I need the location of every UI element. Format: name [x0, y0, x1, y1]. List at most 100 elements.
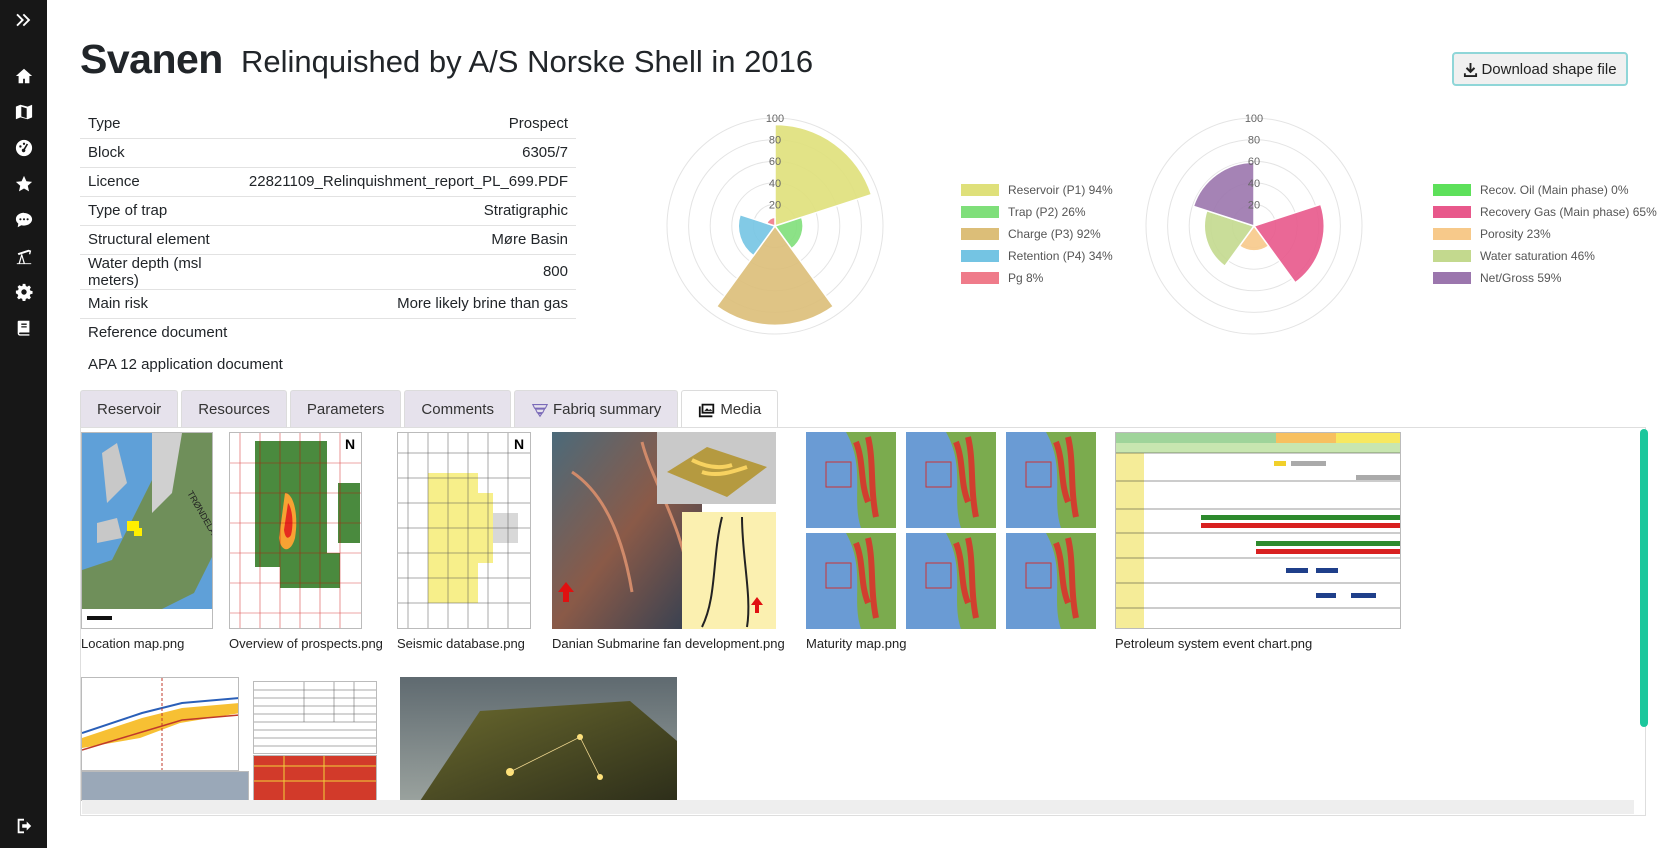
- legend-item[interactable]: Recov. Oil (Main phase) 0%: [1433, 179, 1657, 201]
- legend-swatch: [1433, 272, 1471, 284]
- property-row: Type Prospect: [80, 109, 576, 139]
- legend-item[interactable]: Net/Gross 59%: [1433, 267, 1657, 289]
- media-caption: Overview of prospects.png: [229, 636, 383, 651]
- media-item[interactable]: N Seismic database.png: [397, 432, 531, 651]
- legend-label: Recovery Gas (Main phase) 65%: [1480, 205, 1657, 219]
- polar-slice[interactable]: [774, 123, 873, 228]
- download-shape-file-button[interactable]: Download shape file: [1452, 52, 1628, 86]
- radial-tick-label: 100: [766, 113, 784, 125]
- gear-icon[interactable]: [0, 278, 47, 306]
- radial-tick-label: 20: [1248, 199, 1260, 211]
- legend-label: Net/Gross 59%: [1480, 271, 1562, 285]
- legend-item[interactable]: Porosity 23%: [1433, 223, 1657, 245]
- legend-label: Reservoir (P1) 94%: [1008, 183, 1113, 197]
- tab-label: Resources: [198, 401, 270, 418]
- property-value: More likely brine than gas: [240, 289, 576, 319]
- property-label: Reference document: [88, 324, 228, 342]
- media-caption: Location map.png: [81, 636, 185, 651]
- tab-reservoir[interactable]: Reservoir: [80, 390, 179, 428]
- property-row: Reference document: [80, 318, 576, 347]
- legend-item[interactable]: Charge (P3) 92%: [961, 223, 1113, 245]
- reference-document-link[interactable]: APA 12 application document: [88, 356, 283, 373]
- star-icon[interactable]: [0, 170, 47, 198]
- maturity-map-thumbnail: [806, 432, 1096, 629]
- legend-item[interactable]: Trap (P2) 26%: [961, 201, 1113, 223]
- legend-item[interactable]: Reservoir (P1) 94%: [961, 179, 1113, 201]
- property-row: Main risk More likely brine than gas: [80, 289, 576, 319]
- property-value: 6305/7: [240, 138, 576, 168]
- expand-sidebar-icon[interactable]: [0, 6, 47, 34]
- radial-tick-label: 40: [1248, 178, 1260, 190]
- home-icon[interactable]: [0, 62, 47, 90]
- legend-item[interactable]: Retention (P4) 34%: [961, 245, 1113, 267]
- property-value: Prospect: [240, 109, 576, 139]
- tab-comments[interactable]: Comments: [404, 390, 511, 428]
- media-item[interactable]: Maturity map.png: [806, 432, 1096, 651]
- radial-tick-label: 60: [1248, 156, 1260, 168]
- media-item[interactable]: N Overview of prospects.png: [229, 432, 383, 651]
- legend-item[interactable]: Recovery Gas (Main phase) 65%: [1433, 201, 1657, 223]
- sidebar: [0, 0, 47, 848]
- radial-tick-label: 20: [769, 199, 781, 211]
- media-item[interactable]: [81, 771, 249, 801]
- radial-tick-label: 80: [1248, 135, 1260, 147]
- legend-label: Charge (P3) 92%: [1008, 227, 1101, 241]
- tab-label: Fabriq summary: [552, 401, 662, 418]
- media-panel: TRØNDELAG Location map.png N Overview of…: [80, 427, 1646, 816]
- legend-item[interactable]: Pg 8%: [961, 267, 1113, 289]
- media-caption: Danian Submarine fan development.png: [552, 636, 785, 651]
- property-label: Structural element: [80, 225, 241, 255]
- tab-resources[interactable]: Resources: [181, 390, 287, 428]
- property-row: Block 6305/7: [80, 138, 576, 168]
- tab-label: Parameters: [306, 401, 385, 418]
- oil-pump-icon[interactable]: [0, 242, 47, 270]
- location-map-thumbnail: TRØNDELAG: [81, 432, 213, 629]
- legend-swatch: [961, 228, 999, 240]
- legend-label: Trap (P2) 26%: [1008, 205, 1086, 219]
- radial-tick-label: 100: [1245, 113, 1263, 125]
- legend-item[interactable]: Water saturation 46%: [1433, 245, 1657, 267]
- dashboard-icon[interactable]: [0, 134, 47, 162]
- property-label: Block: [80, 138, 241, 168]
- media-item[interactable]: Petroleum system event chart.png: [1115, 432, 1401, 651]
- tab-label: Media: [720, 401, 762, 418]
- media-item[interactable]: [81, 677, 239, 771]
- petroleum-event-chart-thumbnail: [1115, 432, 1401, 629]
- tab-parameters[interactable]: Parameters: [289, 390, 402, 428]
- logout-icon[interactable]: [0, 812, 47, 840]
- tab-label: Comments: [421, 401, 494, 418]
- prospect-table-thumbnail: [253, 681, 377, 754]
- tab-label: Reservoir: [97, 401, 162, 418]
- tab-fabriq-summary[interactable]: Fabriq summary: [513, 390, 679, 428]
- polar-slice[interactable]: [1192, 161, 1255, 228]
- media-item[interactable]: [253, 755, 377, 801]
- tab-media[interactable]: Media: [681, 390, 779, 428]
- prospect-section-thumbnail: [81, 677, 239, 771]
- legend-swatch: [961, 250, 999, 262]
- legend-swatch: [1433, 228, 1471, 240]
- legend-swatch: [1433, 206, 1471, 218]
- tab-bar: Reservoir Resources Parameters Comments Fabr…: [80, 390, 781, 428]
- legend-swatch: [961, 206, 999, 218]
- amplitude-map-thumbnail: [253, 755, 377, 801]
- properties-table: Type Prospect Block 6305/7 Licence 22821109_R…: [80, 109, 576, 347]
- chat-icon[interactable]: [0, 206, 47, 234]
- legend-label: Retention (P4) 34%: [1008, 249, 1113, 263]
- media-item[interactable]: Danian Submarine fan development.png: [552, 432, 785, 651]
- media-item[interactable]: TRØNDELAG Location map.png: [81, 432, 213, 651]
- map-icon[interactable]: [0, 98, 47, 126]
- risk-chart-legend: Reservoir (P1) 94% Trap (P2) 26% Charge (P…: [961, 179, 1113, 289]
- images-icon: [699, 403, 715, 417]
- book-icon[interactable]: [0, 314, 47, 342]
- reservoir-polar-chart: 100 80 60 40 20: [1145, 113, 1363, 335]
- horizontal-scrollbar[interactable]: [82, 800, 1634, 814]
- property-value: Stratigraphic: [240, 196, 576, 226]
- vertical-scrollbar[interactable]: [1640, 429, 1648, 727]
- property-label: Type of trap: [80, 196, 241, 226]
- media-item[interactable]: [400, 677, 677, 801]
- media-item[interactable]: [253, 681, 377, 754]
- property-value: Møre Basin: [240, 225, 576, 255]
- legend-swatch: [961, 272, 999, 284]
- property-value: 22821109_Relinquishment_report_PL_699.PD…: [240, 167, 576, 197]
- legend-swatch: [1433, 184, 1471, 196]
